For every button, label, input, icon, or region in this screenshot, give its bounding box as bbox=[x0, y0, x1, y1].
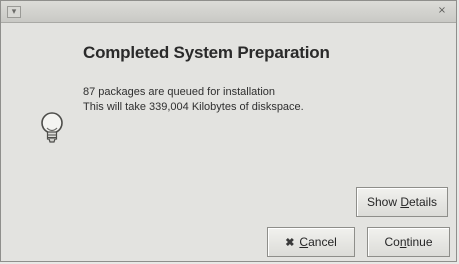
continue-label: Continue bbox=[384, 235, 433, 249]
message-line-1: 87 packages are queued for installation bbox=[83, 86, 276, 98]
title-bar[interactable]: ▾ × bbox=[1, 1, 456, 23]
window-menu-icon[interactable]: ▾ bbox=[7, 6, 21, 18]
continue-button[interactable]: Continue bbox=[367, 227, 450, 257]
show-details-button[interactable]: Show Details bbox=[356, 187, 448, 217]
cancel-x-icon: ✖ bbox=[285, 236, 295, 249]
system-preparation-dialog: ▾ × Completed System Preparation 87 pack… bbox=[0, 0, 457, 262]
close-icon[interactable]: × bbox=[436, 5, 448, 17]
lightbulb-icon bbox=[41, 112, 63, 143]
show-details-label: Show Details bbox=[366, 195, 438, 209]
cancel-label: Cancel bbox=[299, 235, 337, 249]
dialog-message: 87 packages are queued for installation … bbox=[83, 85, 304, 115]
message-line-2: This will take 339,004 Kilobytes of disk… bbox=[83, 101, 304, 113]
dialog-title: Completed System Preparation bbox=[83, 43, 330, 62]
cancel-button[interactable]: ✖ Cancel bbox=[267, 227, 355, 257]
